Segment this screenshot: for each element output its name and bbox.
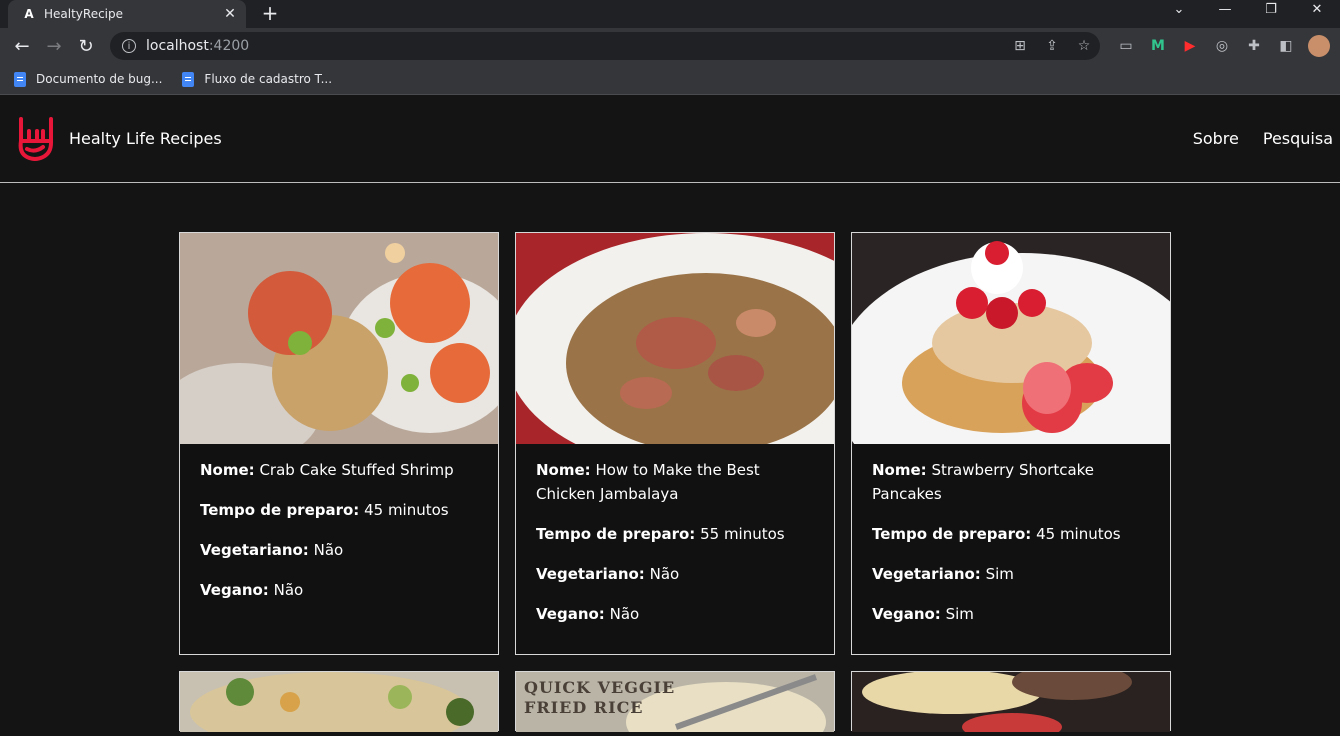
tab-title: HealtyRecipe [44, 7, 124, 21]
restore-icon[interactable]: ❐ [1248, 0, 1294, 28]
reload-icon[interactable]: ↻ [70, 36, 102, 57]
recipe-card[interactable] [851, 664, 1171, 736]
back-icon[interactable]: ← [6, 36, 38, 57]
recipe-image [180, 233, 498, 444]
recipe-image [852, 233, 1170, 444]
share-icon[interactable]: ⇪ [1036, 38, 1068, 54]
label-veg: Vegetariano: [536, 565, 645, 583]
label-prep: Tempo de preparo: [872, 525, 1032, 543]
recipe-vegetarian-value: Sim [985, 565, 1014, 583]
recipe-card[interactable]: QUICK VEGGIE FRIED RICE [515, 671, 835, 736]
label-vegan: Vegano: [200, 581, 269, 599]
address-bar[interactable]: i localhost:4200 ⊞ ⇪ ☆ [110, 32, 1100, 60]
bookmarks-bar: Documento de bug... Fluxo de cadastro T.… [0, 64, 1340, 95]
bookmark-item[interactable]: Documento de bug... [14, 71, 163, 87]
nav-sobre[interactable]: Sobre [1193, 129, 1239, 148]
label-name: Nome: [872, 461, 927, 479]
cast-icon[interactable]: ▭ [1110, 38, 1142, 54]
partial-text-line: FRIED RICE [524, 698, 644, 717]
label-vegan: Vegano: [536, 605, 605, 623]
partial-card-text: QUICK VEGGIE FRIED RICE [524, 678, 675, 718]
chevron-down-icon[interactable]: ⌄ [1156, 0, 1202, 28]
recipe-prep-value: 45 minutos [364, 501, 449, 519]
sidepanel-icon[interactable]: ◧ [1270, 38, 1302, 54]
label-name: Nome: [536, 461, 591, 479]
recipe-grid: Nome: Crab Cake Stuffed Shrimp Tempo de … [179, 232, 1171, 736]
recipe-image [180, 672, 498, 736]
recipe-prep: Tempo de preparo: 45 minutos [872, 522, 1150, 546]
recipe-vegan: Vegano: Não [536, 602, 814, 626]
doc-icon [182, 71, 195, 87]
recipe-vegetarian: Vegetariano: Não [200, 538, 478, 562]
recipe-vegan-value: Não [273, 581, 304, 599]
label-prep: Tempo de preparo: [200, 501, 360, 519]
recipe-prep: Tempo de preparo: 45 minutos [200, 498, 478, 522]
recipe-vegetarian: Vegetariano: Não [536, 562, 814, 586]
label-veg: Vegetariano: [200, 541, 309, 559]
recipe-name-value: Crab Cake Stuffed Shrimp [259, 461, 454, 479]
recipe-name: Nome: Crab Cake Stuffed Shrimp [200, 458, 478, 482]
minimize-icon[interactable]: — [1202, 0, 1248, 28]
nav-pesquisa[interactable]: Pesquisa [1263, 129, 1333, 148]
recipe-prep: Tempo de preparo: 55 minutos [536, 522, 814, 546]
info-icon[interactable]: i [122, 39, 136, 53]
recipe-vegan-value: Sim [945, 605, 974, 623]
url-port: :4200 [208, 38, 250, 54]
angular-icon: A [24, 7, 34, 21]
extension-m-icon[interactable]: M [1142, 38, 1174, 54]
bookmark-item[interactable]: Fluxo de cadastro T... [182, 71, 333, 87]
translate-icon[interactable]: ⊞ [1004, 38, 1036, 54]
recipe-vegetarian: Vegetariano: Sim [872, 562, 1150, 586]
recipe-image [516, 233, 834, 444]
puzzle-icon[interactable]: ✚ [1238, 38, 1270, 54]
recipe-prep-value: 55 minutos [700, 525, 785, 543]
recipe-name: Nome: How to Make the Best Chicken Jamba… [536, 458, 814, 506]
star-icon[interactable]: ☆ [1068, 38, 1100, 54]
main-nav: Sobre Pesquisa [1169, 129, 1340, 148]
recipe-card[interactable]: Nome: Strawberry Shortcake Pancakes Temp… [851, 232, 1171, 655]
recipe-vegan: Vegano: Sim [872, 602, 1150, 626]
label-vegan: Vegano: [872, 605, 941, 623]
doc-icon [14, 71, 26, 87]
recipe-card[interactable]: Nome: Crab Cake Stuffed Shrimp Tempo de … [179, 232, 499, 655]
recipe-card[interactable]: Nome: How to Make the Best Chicken Jamba… [515, 232, 835, 655]
forward-icon[interactable]: → [38, 36, 70, 57]
brand-title[interactable]: Healty Life Recipes [69, 129, 222, 148]
extension-video-icon[interactable]: ▶ [1174, 38, 1206, 54]
recipe-vegan-value: Não [609, 605, 640, 623]
partial-text-line: QUICK VEGGIE [524, 678, 676, 697]
extension-glasses-icon[interactable]: ◎ [1206, 38, 1238, 54]
new-tab-button[interactable]: + [258, 2, 282, 26]
label-name: Nome: [200, 461, 255, 479]
profile-avatar[interactable] [1308, 35, 1330, 57]
close-icon[interactable]: ✕ [222, 6, 238, 22]
recipe-prep-value: 45 minutos [1036, 525, 1121, 543]
app-header: Healty Life Recipes Sobre Pesquisa [0, 95, 1340, 183]
url-host: localhost [146, 38, 209, 54]
window-controls: ⌄ — ❐ ✕ [1156, 0, 1340, 28]
browser-tabbar: A HealtyRecipe ✕ + ⌄ — ❐ ✕ [0, 0, 1340, 28]
browser-tab[interactable]: A HealtyRecipe ✕ [8, 0, 246, 28]
recipe-image [852, 664, 1170, 736]
recipe-card[interactable] [179, 671, 499, 736]
recipe-vegan: Vegano: Não [200, 578, 478, 602]
window-close-icon[interactable]: ✕ [1294, 0, 1340, 28]
recipe-name: Nome: Strawberry Shortcake Pancakes [872, 458, 1150, 506]
browser-toolbar: ← → ↻ i localhost:4200 ⊞ ⇪ ☆ ▭ M ▶ ◎ ✚ ◧ [0, 28, 1340, 64]
extensions-area: ▭ M ▶ ◎ ✚ ◧ [1110, 35, 1330, 57]
rock-hand-logo-icon[interactable] [15, 115, 55, 163]
bookmark-label: Fluxo de cadastro T... [204, 72, 333, 86]
bookmark-label: Documento de bug... [36, 72, 163, 86]
label-prep: Tempo de preparo: [536, 525, 696, 543]
label-veg: Vegetariano: [872, 565, 981, 583]
recipe-vegetarian-value: Não [313, 541, 344, 559]
recipe-vegetarian-value: Não [649, 565, 680, 583]
